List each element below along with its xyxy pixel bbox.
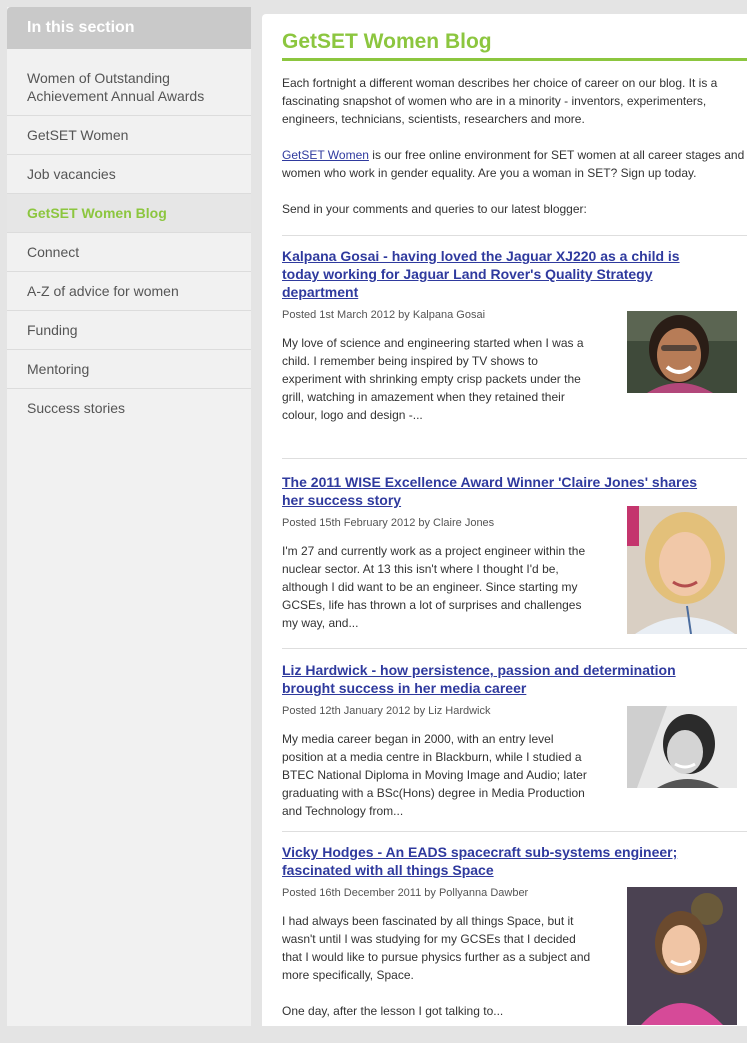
intro-paragraph-signup: GetSET Women is our free online environm… (282, 146, 747, 182)
sidebar-item-mentoring[interactable]: Mentoring (7, 350, 251, 389)
post-title-link[interactable]: Kalpana Gosai - having loved the Jaguar … (282, 247, 702, 301)
sidebar-item-awards[interactable]: Women of Outstanding Achievement Annual … (7, 49, 251, 116)
sidebar-header: In this section (7, 7, 251, 49)
page-title: GetSET Women Blog (282, 28, 747, 61)
author-photo[interactable] (627, 506, 737, 634)
blog-post: Liz Hardwick - how persistence, passion … (282, 648, 747, 831)
post-excerpt: My love of science and engineering start… (282, 334, 597, 424)
intro: Each fortnight a different woman describ… (282, 74, 747, 218)
post-excerpt: I'm 27 and currently work as a project e… (282, 542, 597, 632)
post-excerpt: I had always been fascinated by all thin… (282, 912, 597, 1020)
blog-post: The 2011 WISE Excellence Award Winner 'C… (282, 458, 747, 648)
post-excerpt-text-continued: One day, after the lesson I got talking … (282, 1004, 504, 1018)
post-title-link[interactable]: The 2011 WISE Excellence Award Winner 'C… (282, 473, 702, 509)
sidebar-item-a-z-advice[interactable]: A-Z of advice for women (7, 272, 251, 311)
main-content: GetSET Women Blog Each fortnight a diffe… (262, 14, 747, 1026)
sidebar-item-connect[interactable]: Connect (7, 233, 251, 272)
post-title-link[interactable]: Vicky Hodges - An EADS spacecraft sub-sy… (282, 843, 702, 879)
getset-women-link[interactable]: GetSET Women (282, 148, 369, 162)
sidebar-nav: Women of Outstanding Achievement Annual … (7, 49, 251, 427)
post-excerpt-text: My love of science and engineering start… (282, 336, 584, 422)
sidebar: In this section Women of Outstanding Ach… (7, 7, 251, 1026)
author-photo[interactable] (627, 887, 737, 1025)
author-photo[interactable] (627, 311, 737, 393)
sidebar-item-job-vacancies[interactable]: Job vacancies (7, 155, 251, 194)
post-excerpt-text: I had always been fascinated by all thin… (282, 914, 591, 982)
blog-post: Vicky Hodges - An EADS spacecraft sub-sy… (282, 831, 747, 1043)
post-excerpt-text: I'm 27 and currently work as a project e… (282, 544, 586, 630)
post-excerpt-text: My media career began in 2000, with an e… (282, 732, 587, 818)
author-photo[interactable] (627, 706, 737, 788)
sidebar-item-funding[interactable]: Funding (7, 311, 251, 350)
post-excerpt: My media career began in 2000, with an e… (282, 730, 597, 820)
intro-paragraph-send: Send in your comments and queries to our… (282, 202, 587, 216)
post-title-link[interactable]: Liz Hardwick - how persistence, passion … (282, 661, 702, 697)
intro-paragraph: Each fortnight a different woman describ… (282, 76, 718, 126)
sidebar-item-success-stories[interactable]: Success stories (7, 389, 251, 427)
blog-post: Kalpana Gosai - having loved the Jaguar … (282, 235, 747, 458)
sidebar-item-blog[interactable]: GetSET Women Blog (7, 194, 251, 233)
sidebar-item-getset-women[interactable]: GetSET Women (7, 116, 251, 155)
